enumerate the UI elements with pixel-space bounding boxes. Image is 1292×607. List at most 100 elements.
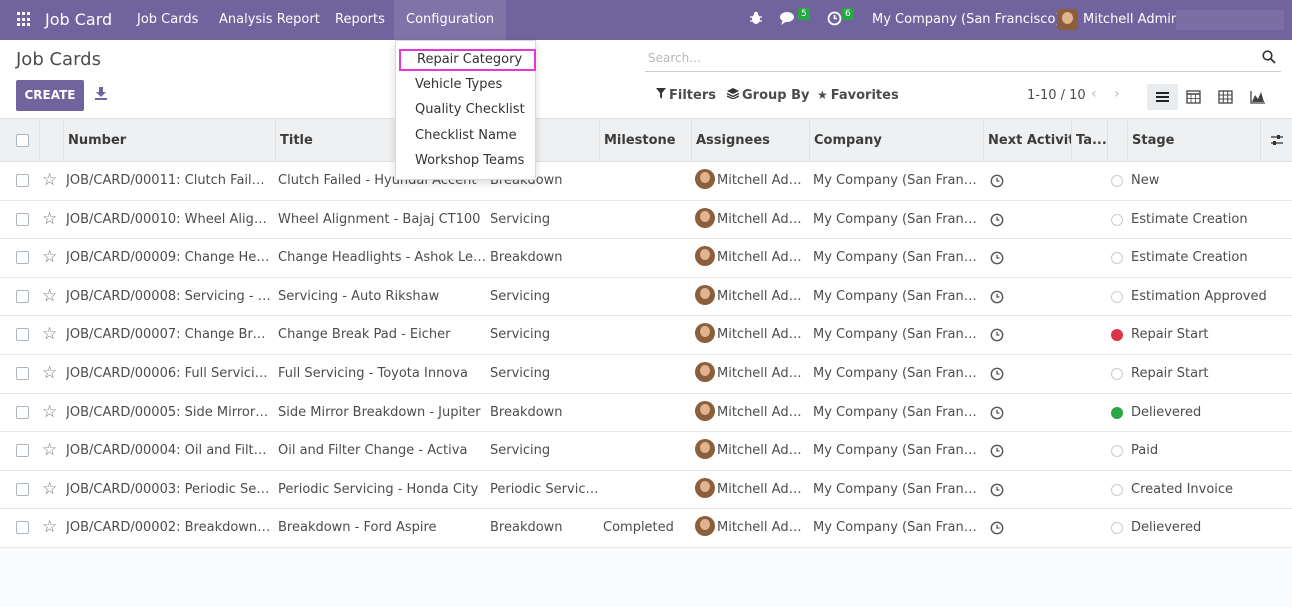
row-checkbox[interactable] bbox=[16, 328, 29, 342]
pivot-view-button[interactable] bbox=[1210, 84, 1241, 110]
activity-clock-icon[interactable] bbox=[990, 290, 1004, 304]
row-checkbox[interactable] bbox=[16, 405, 29, 419]
table-row[interactable]: ☆ JOB/CARD/00003: Periodic Servi... Peri… bbox=[0, 470, 1292, 510]
row-checkbox[interactable] bbox=[16, 174, 29, 187]
dropdown-item-repair-category[interactable]: Repair Category bbox=[399, 49, 536, 71]
menu-reports[interactable]: Reports bbox=[335, 0, 385, 40]
dropdown-item-vehicle-types[interactable]: Vehicle Types bbox=[415, 77, 502, 92]
graph-view-button[interactable] bbox=[1242, 84, 1273, 110]
cell-category: Breakdown bbox=[490, 520, 563, 536]
favorite-star-icon[interactable]: ☆ bbox=[42, 170, 57, 190]
cell-title: Breakdown - Ford Aspire bbox=[278, 520, 437, 536]
create-button[interactable]: CREATE bbox=[16, 80, 84, 111]
activities-count-badge: 6 bbox=[842, 8, 854, 20]
search-icon[interactable] bbox=[1262, 50, 1276, 64]
row-checkbox[interactable] bbox=[16, 366, 29, 380]
column-header-next-activity[interactable]: Next Activity bbox=[983, 119, 1071, 162]
apps-menu-icon[interactable] bbox=[17, 12, 32, 27]
app-brand[interactable]: Job Card bbox=[45, 10, 112, 29]
messages-count-badge: 5 bbox=[798, 8, 810, 20]
company-switcher[interactable]: My Company (San Francisco) bbox=[872, 12, 1060, 27]
cell-milestone bbox=[603, 355, 689, 393]
column-header-assignees[interactable]: Assignees bbox=[691, 119, 809, 162]
dropdown-item-checklist-name[interactable]: Checklist Name bbox=[415, 128, 517, 143]
activity-clock-icon[interactable] bbox=[990, 367, 1004, 381]
row-checkbox[interactable] bbox=[16, 482, 29, 496]
activity-clock-icon[interactable] bbox=[990, 174, 1004, 188]
messages-icon[interactable] bbox=[780, 11, 798, 29]
bug-icon[interactable] bbox=[749, 11, 763, 29]
pager-next-icon[interactable]: › bbox=[1114, 86, 1120, 102]
favorite-star-icon[interactable]: ☆ bbox=[42, 363, 57, 383]
row-checkbox[interactable] bbox=[16, 521, 29, 535]
row-checkbox[interactable] bbox=[16, 251, 29, 265]
favorite-star-icon[interactable]: ☆ bbox=[42, 209, 57, 229]
filters-button[interactable]: Filters bbox=[656, 88, 716, 103]
table-row[interactable]: ☆ JOB/CARD/00004: Oil and Filter ... Oil… bbox=[0, 432, 1292, 471]
pager-value[interactable]: 1-10 / 10 bbox=[1027, 88, 1086, 103]
favorite-star-icon[interactable]: ☆ bbox=[42, 517, 57, 537]
assignee-avatar bbox=[695, 246, 715, 267]
table-row[interactable]: ☆ JOB/CARD/00006: Full Servicing ... Ful… bbox=[0, 354, 1292, 394]
cell-milestone bbox=[603, 394, 689, 432]
column-header-stage[interactable]: Stage bbox=[1127, 119, 1260, 162]
activity-clock-icon[interactable] bbox=[990, 328, 1004, 342]
table-row[interactable]: ☆ JOB/CARD/00009: Change Head... Change … bbox=[0, 239, 1292, 278]
groupby-button[interactable]: Group By bbox=[726, 88, 810, 103]
favorite-star-icon[interactable]: ☆ bbox=[42, 402, 57, 422]
column-header-company[interactable]: Company bbox=[809, 119, 983, 162]
navbar-blank-area bbox=[1176, 10, 1284, 30]
activity-clock-icon[interactable] bbox=[827, 11, 842, 30]
user-avatar[interactable] bbox=[1057, 9, 1078, 30]
favorite-star-icon[interactable]: ☆ bbox=[42, 247, 57, 267]
page-title: Job Cards bbox=[16, 49, 101, 70]
table-row[interactable]: ☆ JOB/CARD/00007: Change Brea... Change … bbox=[0, 316, 1292, 355]
activity-clock-icon[interactable] bbox=[990, 483, 1004, 497]
activity-clock-icon[interactable] bbox=[990, 521, 1004, 535]
favorite-star-icon[interactable]: ☆ bbox=[42, 324, 57, 344]
menu-configuration[interactable]: Configuration bbox=[394, 0, 507, 40]
dropdown-item-quality-checklist[interactable]: Quality Checklist bbox=[415, 102, 525, 117]
table-row[interactable]: ☆ JOB/CARD/00010: Wheel Align... Wheel A… bbox=[0, 200, 1292, 240]
cell-stage: Estimation Approved bbox=[1131, 288, 1267, 304]
favorite-star-icon[interactable]: ☆ bbox=[42, 286, 57, 306]
column-header-tags[interactable]: Ta... bbox=[1071, 119, 1107, 162]
row-checkbox[interactable] bbox=[16, 289, 29, 303]
star-icon: ★ bbox=[817, 88, 828, 102]
row-checkbox[interactable] bbox=[16, 444, 29, 458]
favorites-button[interactable]: ★ Favorites bbox=[817, 88, 899, 103]
list-view-button[interactable] bbox=[1147, 84, 1178, 110]
cell-number: JOB/CARD/00002: Breakdown - ... bbox=[66, 520, 272, 536]
activity-clock-icon[interactable] bbox=[990, 406, 1004, 420]
table-row[interactable]: ☆ JOB/CARD/00002: Breakdown - ... Breakd… bbox=[0, 509, 1292, 548]
activity-clock-icon[interactable] bbox=[990, 213, 1004, 227]
table-row[interactable]: ☆ JOB/CARD/00005: Side Mirror B... Side … bbox=[0, 393, 1292, 433]
calendar-view-button[interactable] bbox=[1178, 84, 1209, 110]
optional-columns-icon[interactable] bbox=[1260, 119, 1292, 162]
table-row[interactable]: ☆ JOB/CARD/00008: Servicing - Au... Serv… bbox=[0, 277, 1292, 317]
activity-clock-icon[interactable] bbox=[990, 251, 1004, 265]
assignee-avatar bbox=[695, 477, 715, 498]
user-menu[interactable]: Mitchell Admin bbox=[1083, 12, 1179, 27]
column-header-number[interactable]: Number bbox=[63, 119, 275, 162]
favorite-star-icon[interactable]: ☆ bbox=[42, 479, 57, 499]
search-input[interactable] bbox=[645, 47, 1245, 69]
download-icon[interactable] bbox=[94, 86, 108, 102]
menu-analysis-report[interactable]: Analysis Report bbox=[219, 0, 320, 40]
groupby-label: Group By bbox=[742, 88, 810, 103]
row-checkbox[interactable] bbox=[16, 212, 29, 226]
table-row[interactable]: ☆ JOB/CARD/00011: Clutch Failed ... Clut… bbox=[0, 162, 1292, 201]
assignee-avatar bbox=[695, 439, 715, 460]
dropdown-item-workshop-teams[interactable]: Workshop Teams bbox=[415, 153, 524, 168]
select-all-checkbox[interactable] bbox=[16, 134, 29, 147]
column-header-milestone[interactable]: Milestone bbox=[599, 119, 691, 162]
cell-assignee: Mitchell Admin bbox=[695, 278, 809, 316]
cell-milestone bbox=[603, 201, 689, 239]
cell-number: JOB/CARD/00008: Servicing - Au... bbox=[66, 288, 272, 304]
pager-previous-icon[interactable]: ‹ bbox=[1091, 86, 1097, 102]
cell-company: My Company (San Francisco) bbox=[813, 404, 983, 420]
menu-job-cards[interactable]: Job Cards bbox=[137, 0, 198, 40]
favorite-star-icon[interactable]: ☆ bbox=[42, 440, 57, 460]
cell-assignee: Mitchell Admin bbox=[695, 355, 809, 393]
activity-clock-icon[interactable] bbox=[990, 444, 1004, 458]
